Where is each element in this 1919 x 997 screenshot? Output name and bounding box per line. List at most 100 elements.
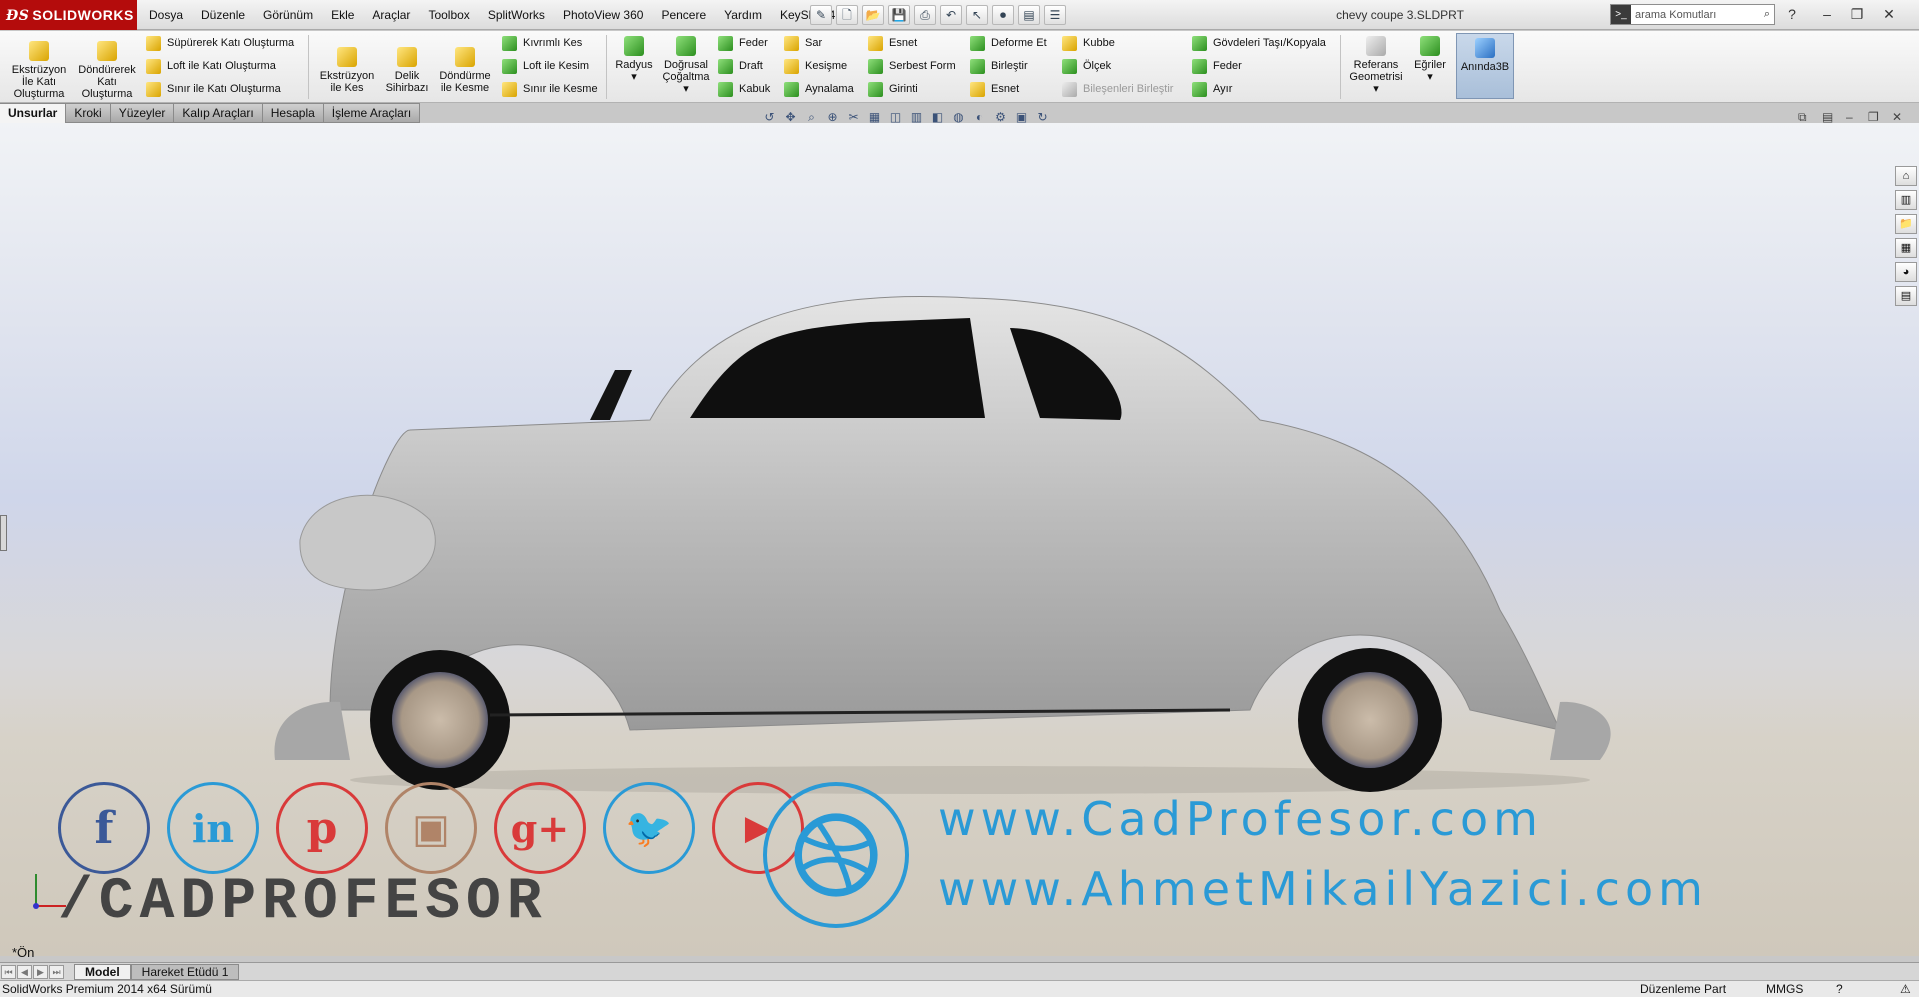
google-plus-icon[interactable]: g+ (494, 782, 586, 874)
solidworks-logo[interactable]: ƉS SOLIDWORKS (0, 0, 137, 30)
hole-wizard-button[interactable]: Delik Sihirbazı (382, 47, 432, 94)
pan-icon[interactable]: ✥ (781, 108, 800, 127)
draft-button[interactable]: Draft (718, 56, 763, 76)
view-settings-icon[interactable]: ⚙ (991, 108, 1010, 127)
rebuild-status-icon[interactable]: ⚠ (1900, 981, 1911, 997)
file-explorer-icon[interactable]: 📁 (1895, 214, 1917, 234)
revolve-cut-button[interactable]: Döndürme ile Kesme (434, 47, 496, 94)
search-box[interactable]: >_ arama Komutları ⌕ (1610, 4, 1775, 25)
section-view-icon[interactable]: ✂ (844, 108, 863, 127)
tab-model[interactable]: Model (74, 963, 131, 980)
linkedin-icon[interactable]: in (167, 782, 259, 874)
rib-button[interactable]: Feder (718, 33, 768, 53)
custom-properties-icon[interactable]: ▤ (1895, 286, 1917, 306)
select-cursor-icon[interactable]: ↖ (966, 5, 988, 25)
save-icon[interactable]: 💾 (888, 5, 910, 25)
view-orientation-icon[interactable]: ◫ (886, 108, 905, 127)
first-tab-icon[interactable]: ⏮ (1, 964, 16, 979)
search-icon[interactable]: ⌕ (1764, 8, 1770, 21)
new-file-icon[interactable]: 🗋 (836, 5, 858, 25)
deform-button[interactable]: Deforme Et (970, 33, 1047, 53)
mirror-button[interactable]: Aynalama (784, 79, 854, 99)
rebuild-icon[interactable]: ⏺ (992, 5, 1014, 25)
appearances-icon[interactable]: ◕ (1895, 262, 1917, 282)
boundary-cut-button[interactable]: Sınır ile Kesme (502, 79, 598, 99)
menu-pencere[interactable]: Pencere (652, 0, 715, 30)
zoom-to-area-icon[interactable]: ⊕ (823, 108, 842, 127)
display-style-icon[interactable]: ▥ (907, 108, 926, 127)
prev-tab-icon[interactable]: ◀ (17, 964, 32, 979)
zoom-to-fit-icon[interactable]: ⌕ (802, 108, 821, 127)
tab-unsurlar[interactable]: Unsurlar (0, 103, 67, 123)
viewport-split-icon[interactable]: ⧉ (1798, 110, 1807, 125)
extrude-cut-button[interactable]: Ekstrüzyon ile Kes (314, 47, 380, 94)
twitter-icon[interactable]: 🐦 (603, 782, 695, 874)
hide-show-icon[interactable]: ◧ (928, 108, 947, 127)
dome-button[interactable]: Kubbe (1062, 33, 1115, 53)
search-input[interactable]: arama Komutları (1635, 9, 1716, 21)
fillet-button[interactable]: Radyus ▾ (612, 36, 656, 83)
rib2-button[interactable]: Feder (1192, 56, 1242, 76)
indent-button[interactable]: Girinti (868, 79, 918, 99)
tab-yuzeyler[interactable]: Yüzeyler (110, 103, 175, 123)
help-status-icon[interactable]: ? (1836, 981, 1843, 997)
apply-scene-icon[interactable]: ◐ (970, 108, 989, 127)
menu-duzenle[interactable]: Düzenle (192, 0, 254, 30)
menu-gorunum[interactable]: Görünüm (254, 0, 322, 30)
car-model[interactable] (270, 290, 1700, 800)
redo-view-icon[interactable]: ↻ (1033, 108, 1052, 127)
tab-isleme-araclari[interactable]: İşleme Araçları (323, 103, 421, 123)
flex-button[interactable]: Esnet (868, 33, 917, 53)
join-button[interactable]: Bileşenleri Birleştir (1062, 79, 1173, 99)
dynamic-annotation-icon[interactable]: ▦ (865, 108, 884, 127)
next-tab-icon[interactable]: ▶ (33, 964, 48, 979)
tab-motion-study[interactable]: Hareket Etüdü 1 (130, 963, 240, 980)
wrap-button[interactable]: Sar (784, 33, 822, 53)
status-units[interactable]: MMGS (1766, 981, 1803, 997)
display-pane-icon[interactable]: ▣ (1012, 108, 1031, 127)
instagram-icon[interactable]: ▣ (385, 782, 477, 874)
minimize-icon[interactable]: – (1815, 4, 1839, 24)
flex2-button[interactable]: Esnet (970, 79, 1019, 99)
menu-dosya[interactable]: Dosya (140, 0, 192, 30)
menu-araclar[interactable]: Araçlar (363, 0, 419, 30)
linear-pattern-button[interactable]: Doğrusal Çoğaltma ▾ (658, 36, 714, 95)
viewport-restore-icon[interactable]: ❐ (1868, 110, 1879, 124)
menu-yardim[interactable]: Yardım (715, 0, 771, 30)
help-icon[interactable]: ? (1780, 4, 1804, 24)
print-icon[interactable]: ⎙ (914, 5, 936, 25)
revolve-boss-button[interactable]: Döndürerek Katı Oluşturma (74, 41, 140, 100)
reference-geometry-button[interactable]: Referans Geometrisi ▾ (1346, 36, 1406, 95)
instant3d-button[interactable]: Anında3B (1456, 33, 1514, 99)
boundary-boss-button[interactable]: Sınır ile Katı Oluşturma (146, 79, 281, 99)
swept-boss-button[interactable]: Süpürerek Katı Oluşturma (146, 33, 294, 53)
tab-hesapla[interactable]: Hesapla (262, 103, 324, 123)
menu-ekle[interactable]: Ekle (322, 0, 363, 30)
lofted-cut-button[interactable]: Loft ile Kesim (502, 56, 589, 76)
scale-button[interactable]: Ölçek (1062, 56, 1111, 76)
resources-home-icon[interactable]: ⌂ (1895, 166, 1917, 186)
close-icon[interactable]: ✕ (1877, 4, 1901, 24)
viewport-minimize-icon[interactable]: – (1846, 110, 1853, 124)
move-copy-bodies-button[interactable]: Gövdeleri Taşı/Kopyala (1192, 33, 1326, 53)
menu-photoview[interactable]: PhotoView 360 (554, 0, 653, 30)
loft-boss-button[interactable]: Loft ile Katı Oluşturma (146, 56, 276, 76)
shell-button[interactable]: Kabuk (718, 79, 770, 99)
pin-icon[interactable]: ✎ (810, 5, 832, 25)
restore-icon[interactable]: ❐ (1845, 4, 1869, 24)
design-library-icon[interactable]: ▥ (1895, 190, 1917, 210)
combine-button[interactable]: Birleştir (970, 56, 1028, 76)
split-button[interactable]: Ayır (1192, 79, 1232, 99)
last-tab-icon[interactable]: ⏭ (49, 964, 64, 979)
intersect-button[interactable]: Kesişme (784, 56, 847, 76)
dribbble-icon[interactable] (763, 782, 909, 928)
freeform-button[interactable]: Serbest Form (868, 56, 956, 76)
viewport-tile-icon[interactable]: ▤ (1822, 110, 1833, 124)
menu-splitworks[interactable]: SplitWorks (479, 0, 554, 30)
viewport-close-icon[interactable]: ✕ (1892, 110, 1902, 124)
tab-kalip-araclari[interactable]: Kalıp Araçları (174, 103, 263, 123)
view-palette-icon[interactable]: ▦ (1895, 238, 1917, 258)
menu-toolbox[interactable]: Toolbox (419, 0, 478, 30)
edit-appearance-icon[interactable]: ◍ (949, 108, 968, 127)
options-icon[interactable]: ☰ (1044, 5, 1066, 25)
